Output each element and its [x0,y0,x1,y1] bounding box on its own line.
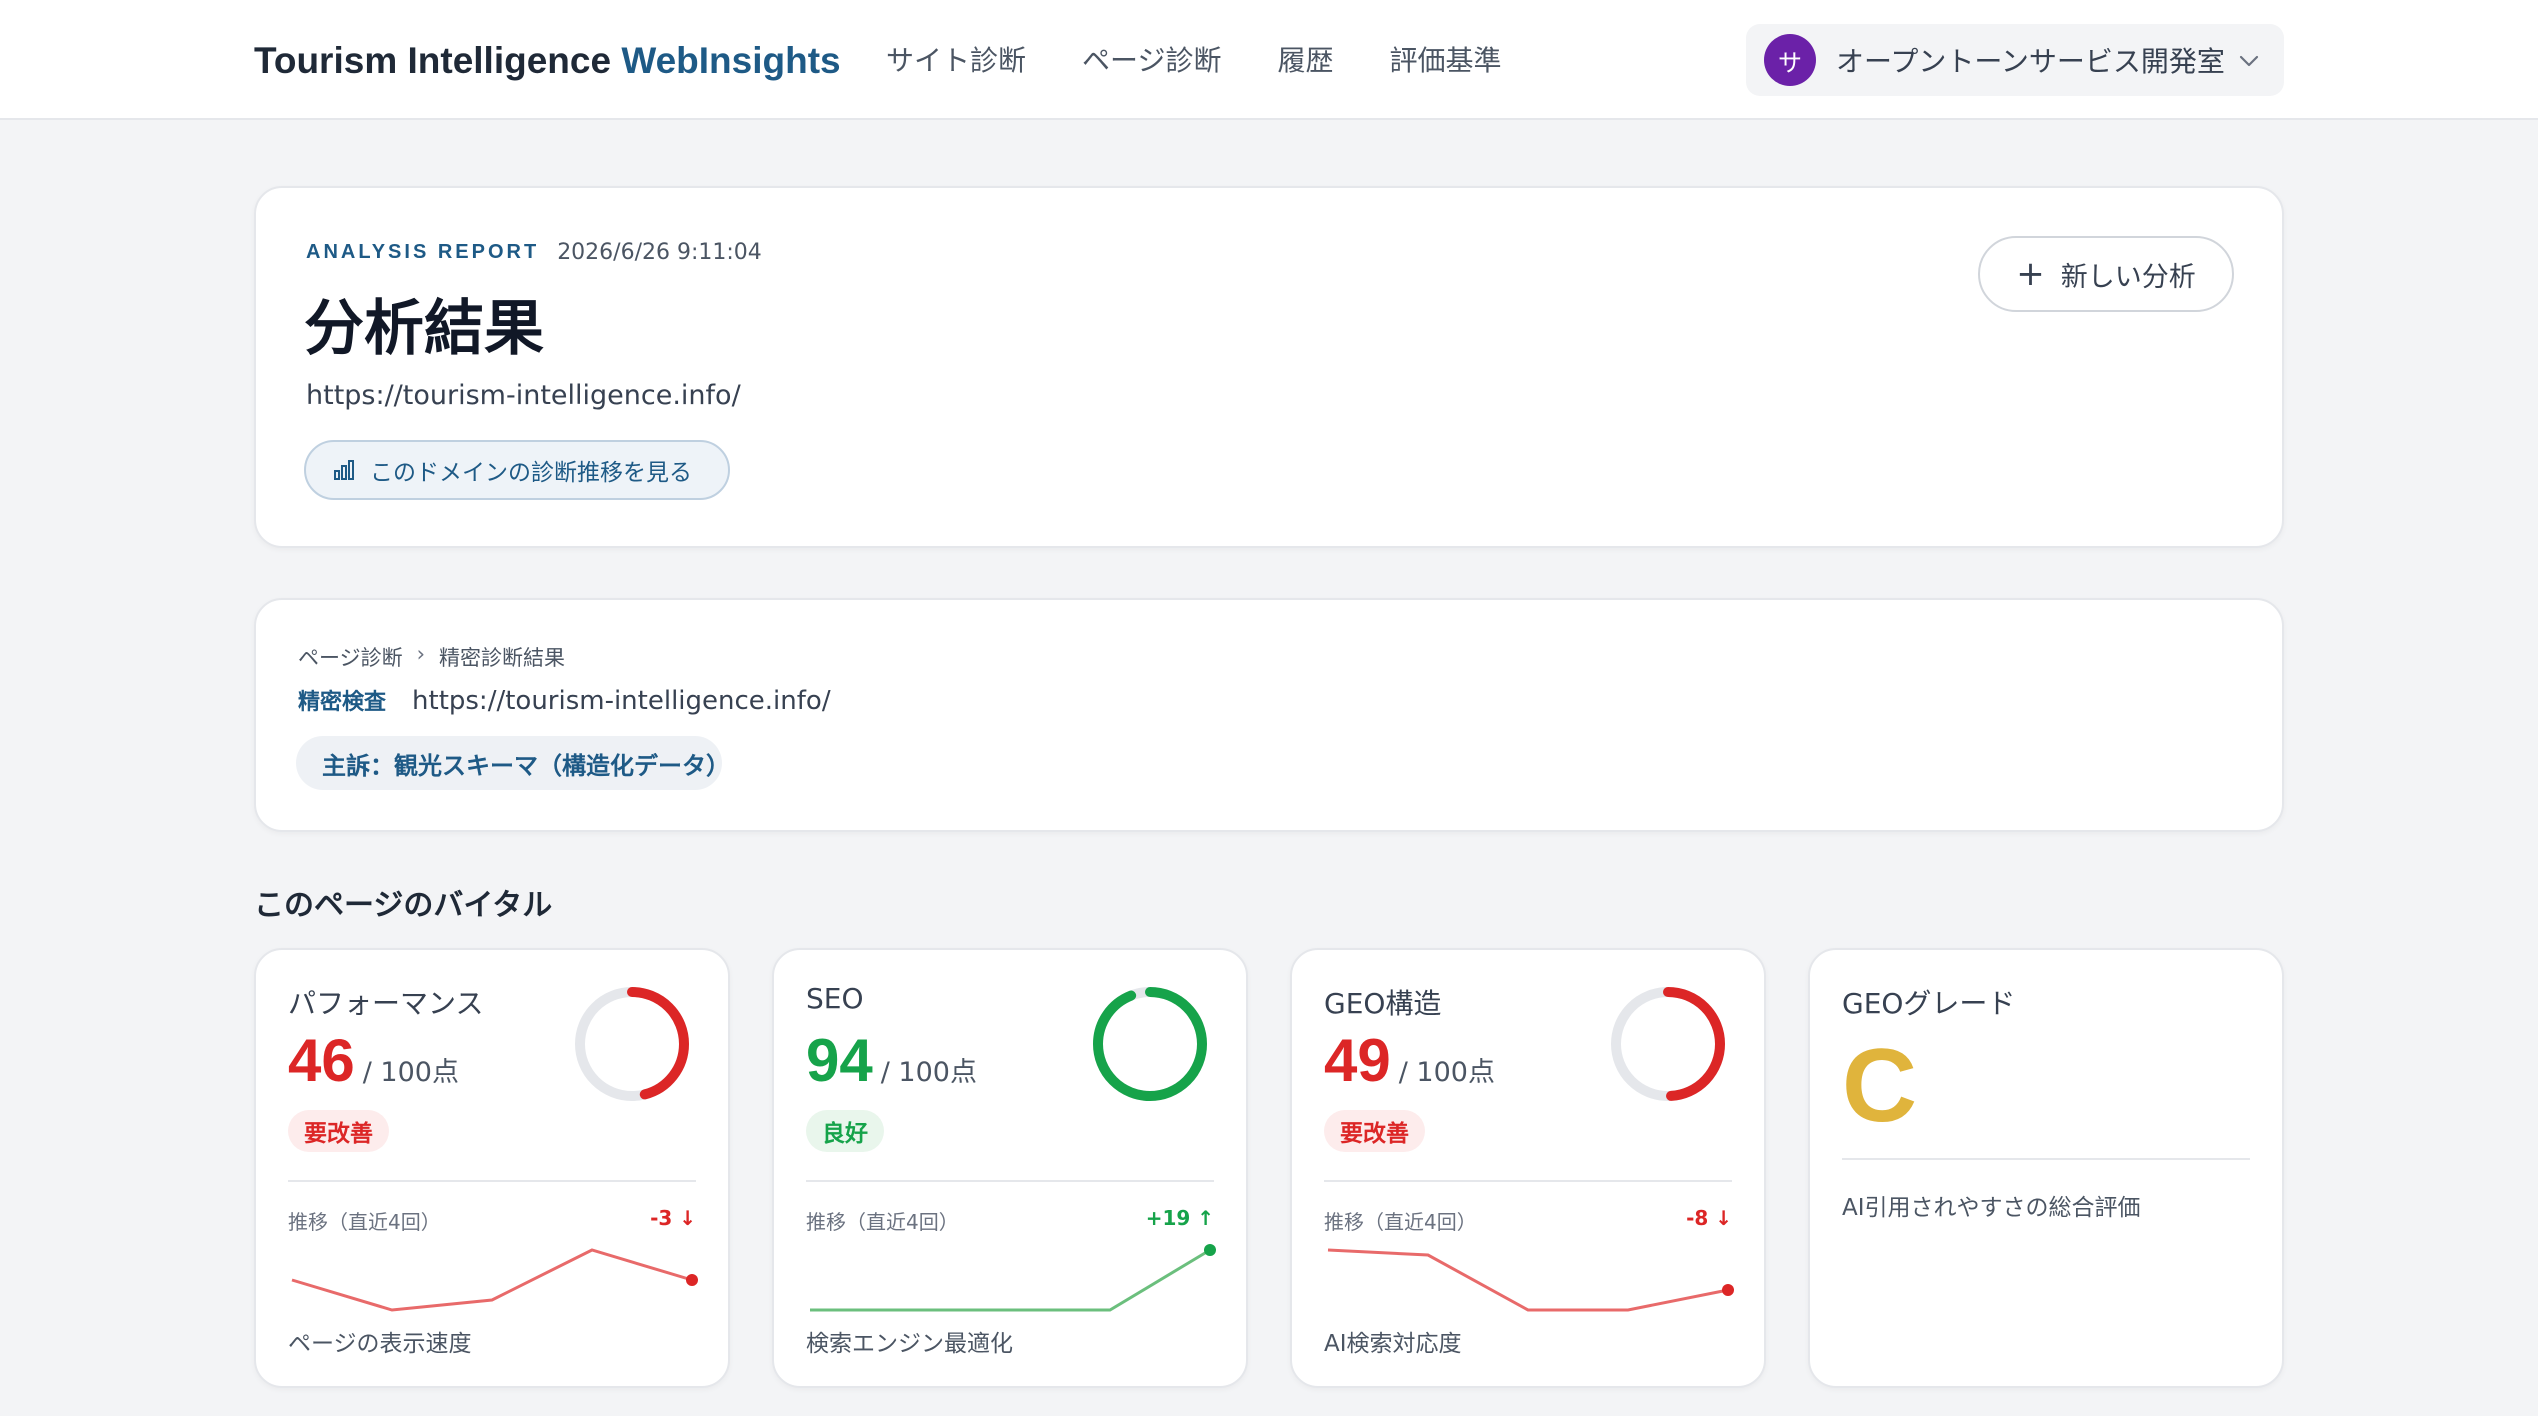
main-nav: サイト診断 ページ診断 履歴 評価基準 [886,36,1502,86]
avatar: サ [1764,34,1816,86]
vital-label: パフォーマンス [288,987,484,1020]
report-meta: ANALYSIS REPORT 2026/6/26 9:11:04 [306,240,762,265]
sparkline-path [291,1248,693,1312]
domain-trend-label: このドメインの診断推移を見る [370,460,692,486]
sparkline-last-point [1204,1244,1216,1256]
trend-delta: +19 ↑ [1145,1206,1214,1230]
vital-score-max: / 100点 [880,1057,977,1088]
top-navigation-bar: Tourism Intelligence WebInsights サイト診断 ペ… [0,0,2538,120]
score-ring-icon [575,987,689,1101]
chief-complaint-label: 主訴：観光スキーマ（構造化データ） [322,751,730,780]
vital-description: ページの表示速度 [288,1331,472,1357]
report-timestamp: 2026/6/26 9:11:04 [557,240,762,265]
nav-history[interactable]: 履歴 [1277,36,1333,86]
trend-delta: -8 ↓ [1686,1206,1732,1230]
brand-name: Tourism Intelligence [254,40,622,81]
trend-sparkline [1327,1248,1734,1312]
nav-site-diagnosis[interactable]: サイト診断 [886,36,1026,86]
trend-label: 推移（直近4回） [288,1210,441,1234]
breadcrumb-current: 精密診断結果 [439,646,565,670]
vital-score: 46 [288,1027,355,1094]
vital-description: AI引用されやすさの総合評価 [1842,1195,2141,1221]
vital-score: 49 [1324,1027,1391,1094]
vital-description: AI検索対応度 [1324,1331,1462,1357]
page-title: 分析結果 [304,294,544,364]
score-ring-icon [1093,987,1207,1101]
report-kicker: ANALYSIS REPORT [306,241,540,263]
vital-score-max: / 100点 [362,1057,459,1088]
vital-card-geo-grade: GEOグレード C AI引用されやすさの総合評価 [1808,948,2284,1388]
nav-criteria[interactable]: 評価基準 [1389,36,1501,86]
brand-accent: WebInsights [621,40,841,81]
inspection-tag: 精密検査 [298,690,387,715]
divider [1324,1180,1732,1182]
sparkline-last-point [686,1274,698,1286]
breadcrumb: ページ診断 › 精密診断結果 [298,642,565,672]
trend-delta: -3 ↓ [650,1206,696,1230]
status-badge: 要改善 [288,1110,389,1152]
organization-name: オープントーンサービス開発室 [1836,45,2225,78]
inspection-url: https://tourism-intelligence.info/ [412,686,831,716]
analysis-report-card: ANALYSIS REPORT 2026/6/26 9:11:04 分析結果 h… [254,186,2284,548]
vital-score-row: 94 / 100点 [806,1026,977,1095]
vital-description: 検索エンジン最適化 [806,1331,1013,1357]
geo-grade-letter: C [1842,1028,1918,1144]
inspection-row: 精密検査 https://tourism-intelligence.info/ [298,684,831,716]
new-analysis-button[interactable]: + 新しい分析 [1978,236,2234,312]
ring-progress [1093,987,1207,1101]
brand-logo[interactable]: Tourism Intelligence WebInsights [254,36,841,86]
divider [288,1180,696,1182]
breadcrumb-page-diagnosis[interactable]: ページ診断 [298,642,403,672]
vitals-section-title: このページのバイタル [254,888,553,923]
vital-score-max: / 100点 [1398,1057,1495,1088]
nav-page-diagnosis[interactable]: ページ診断 [1082,36,1221,86]
chief-complaint-badge: 主訴：観光スキーマ（構造化データ） [296,736,730,790]
score-ring-icon [1611,987,1725,1101]
divider [1842,1158,2250,1160]
sparkline-last-point [1722,1284,1734,1296]
sparkline-path [810,1248,1211,1312]
vital-score: 94 [806,1027,873,1094]
bar-chart-icon [334,460,354,480]
new-analysis-label: 新しい分析 [2060,261,2196,293]
domain-trend-button[interactable]: このドメインの診断推移を見る [304,440,730,500]
vital-score-row: 49 / 100点 [1324,1026,1495,1095]
divider [806,1180,1214,1182]
trend-sparkline [810,1244,1216,1312]
organization-switcher[interactable]: サ オープントーンサービス開発室 [1746,24,2284,96]
vital-label: GEOグレード [1842,987,2016,1020]
trend-label: 推移（直近4回） [806,1210,959,1234]
status-badge: 良好 [806,1110,884,1152]
vital-score-row: 46 / 100点 [288,1026,459,1095]
vital-label: SEO [806,982,864,1015]
breadcrumb-separator: › [416,642,425,666]
analyzed-url: https://tourism-intelligence.info/ [306,380,741,411]
vital-card-performance: パフォーマンス 46 / 100点 要改善 推移（直近4回） -3 ↓ ページの… [254,948,730,1388]
trend-sparkline [291,1248,698,1312]
vital-card-geo-structure: GEO構造 49 / 100点 要改善 推移（直近4回） -8 ↓ AI検索対応… [1290,948,1766,1388]
trend-label: 推移（直近4回） [1324,1210,1477,1234]
vital-card-seo: SEO 94 / 100点 良好 推移（直近4回） +19 ↑ 検索エンジン最適… [772,948,1248,1388]
status-badge: 要改善 [1324,1110,1425,1152]
chevron-down-icon [2239,55,2259,67]
precision-diagnosis-card: ページ診断 › 精密診断結果 精密検査 https://tourism-inte… [254,598,2284,832]
plus-icon: + [2016,254,2045,294]
vital-label: GEO構造 [1324,987,1442,1020]
sparkline-path [1327,1248,1729,1312]
